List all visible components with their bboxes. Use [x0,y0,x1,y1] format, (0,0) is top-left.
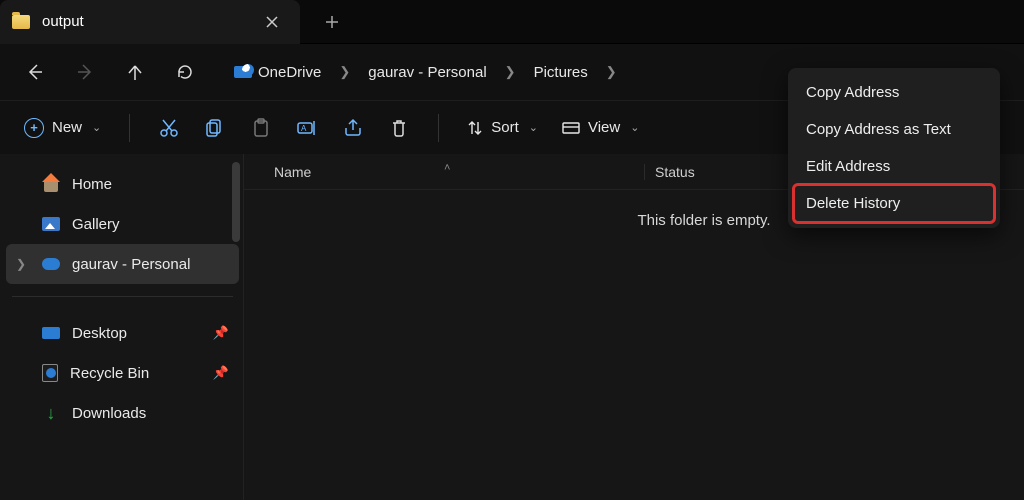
chevron-down-icon: ⌄ [529,121,538,134]
sidebar-item-downloads[interactable]: ↓ Downloads [6,393,239,433]
sort-icon [467,120,483,136]
plus-circle-icon: + [24,118,44,138]
chevron-down-icon: ⌄ [92,121,101,134]
ctx-copy-address[interactable]: Copy Address [794,74,994,111]
new-tab-button[interactable] [312,2,352,42]
chevron-right-icon[interactable]: ❯ [335,64,354,80]
folder-icon [12,15,30,29]
ctx-delete-history[interactable]: Delete History [794,185,994,222]
view-button[interactable]: View ⌄ [552,113,649,142]
toolbar-separator [129,114,130,142]
ctx-copy-address-text[interactable]: Copy Address as Text [794,111,994,148]
close-tab-button[interactable] [260,10,284,34]
delete-button[interactable] [378,107,420,149]
sidebar-scrollbar[interactable] [232,162,240,242]
column-name-label: Name [274,164,311,180]
recycle-bin-icon [42,364,58,382]
copy-button[interactable] [194,107,236,149]
new-button[interactable]: + New ⌄ [14,112,111,144]
pin-icon[interactable]: 📌 [213,365,229,381]
sidebar-item-label: Desktop [72,325,127,342]
view-label: View [588,119,620,136]
ctx-edit-address[interactable]: Edit Address [794,148,994,185]
up-button[interactable] [114,51,156,93]
new-label: New [52,119,82,136]
sidebar-item-recyclebin[interactable]: Recycle Bin 📌 [6,353,239,393]
svg-text:A: A [301,124,307,133]
breadcrumb-label: gaurav - Personal [368,64,486,81]
sidebar-item-label: Gallery [72,216,120,233]
view-icon [562,121,580,135]
forward-button[interactable] [64,51,106,93]
column-status-label: Status [655,164,695,180]
sidebar-divider [12,296,233,297]
sidebar-item-label: Home [72,176,112,193]
toolbar-separator [438,114,439,142]
sidebar: Home Gallery ❯ gaurav - Personal Desktop… [0,154,244,500]
tab-output[interactable]: output [0,0,300,44]
tab-title: output [42,13,248,30]
share-button[interactable] [332,107,374,149]
home-icon [42,176,60,192]
chevron-right-icon[interactable]: ❯ [602,64,621,80]
onedrive-icon [42,258,60,270]
sidebar-item-label: gaurav - Personal [72,256,190,273]
rename-button[interactable]: A [286,107,328,149]
pin-icon[interactable]: 📌 [213,325,229,341]
breadcrumb-label: OneDrive [258,64,321,81]
cut-button[interactable] [148,107,190,149]
column-name[interactable]: Name ˄ [244,164,644,180]
refresh-button[interactable] [164,51,206,93]
onedrive-icon [234,66,252,78]
sort-button[interactable]: Sort ⌄ [457,113,548,142]
breadcrumb-onedrive[interactable]: OneDrive [226,58,329,87]
sort-label: Sort [491,119,519,136]
breadcrumb-pictures[interactable]: Pictures [526,58,596,87]
sidebar-item-desktop[interactable]: Desktop 📌 [6,313,239,353]
breadcrumb-label: Pictures [534,64,588,81]
download-icon: ↓ [42,404,60,422]
sidebar-item-label: Recycle Bin [70,365,149,382]
sidebar-item-home[interactable]: Home [6,164,239,204]
address-context-menu: Copy Address Copy Address as Text Edit A… [788,68,1000,228]
back-button[interactable] [14,51,56,93]
gallery-icon [42,217,60,231]
breadcrumb-personal[interactable]: gaurav - Personal [360,58,494,87]
sidebar-item-label: Downloads [72,405,146,422]
chevron-down-icon: ⌄ [630,121,639,134]
paste-button[interactable] [240,107,282,149]
chevron-right-icon[interactable]: ❯ [501,64,520,80]
sort-arrow-up-icon: ˄ [444,162,450,174]
desktop-icon [42,327,60,339]
chevron-right-icon[interactable]: ❯ [16,257,30,271]
tab-bar: output [0,0,1024,44]
sidebar-item-personal[interactable]: ❯ gaurav - Personal [6,244,239,284]
sidebar-item-gallery[interactable]: Gallery [6,204,239,244]
